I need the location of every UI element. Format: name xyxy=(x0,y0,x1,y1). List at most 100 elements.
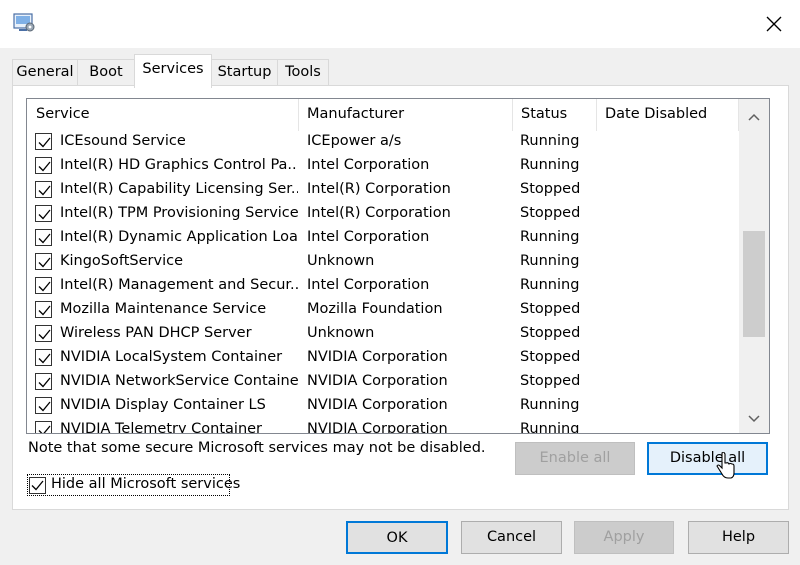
manufacturer-cell: Unknown xyxy=(307,253,375,269)
scroll-down-button[interactable] xyxy=(739,407,769,431)
apply-label: Apply xyxy=(603,529,645,545)
manufacturer-cell: Mozilla Foundation xyxy=(307,301,443,317)
enable-all-label: Enable all xyxy=(539,450,611,466)
help-button[interactable]: Help xyxy=(688,521,789,554)
hide-microsoft-label: Hide all Microsoft services xyxy=(51,476,241,492)
table-row[interactable]: Wireless PAN DHCP Server Unknown Stopped xyxy=(27,322,739,346)
status-cell: Stopped xyxy=(520,205,581,221)
service-checkbox[interactable] xyxy=(35,373,52,390)
vertical-scrollbar[interactable] xyxy=(739,99,769,433)
manufacturer-cell: Intel(R) Corporation xyxy=(307,181,451,197)
checkmark-icon xyxy=(38,137,51,148)
tab-startup-label: Startup xyxy=(217,64,272,80)
checkmark-icon xyxy=(38,353,51,364)
table-row[interactable]: Intel(R) HD Graphics Control Pa... Intel … xyxy=(27,154,739,178)
service-name-cell: ICEsound Service xyxy=(60,133,186,149)
checkmark-icon xyxy=(38,401,51,412)
close-icon xyxy=(766,16,782,32)
services-list[interactable]: Service Manufacturer Status Date Disable… xyxy=(26,98,770,434)
status-cell: Running xyxy=(520,421,580,434)
service-checkbox[interactable] xyxy=(35,181,52,198)
status-cell: Running xyxy=(520,157,580,173)
service-name-cell: Intel(R) TPM Provisioning Service xyxy=(60,205,298,221)
column-date-disabled-label: Date Disabled xyxy=(605,106,708,122)
scroll-up-button[interactable] xyxy=(739,105,769,129)
service-checkbox[interactable] xyxy=(35,277,52,294)
status-cell: Running xyxy=(520,253,580,269)
checkmark-icon xyxy=(38,377,51,388)
manufacturer-cell: Intel(R) Corporation xyxy=(307,205,451,221)
tab-services[interactable]: Services xyxy=(134,54,212,88)
table-row[interactable]: Intel(R) TPM Provisioning Service Intel(R… xyxy=(27,202,739,226)
tab-general[interactable]: General xyxy=(12,59,78,87)
system-configuration-icon xyxy=(13,13,35,33)
tab-services-label: Services xyxy=(142,61,204,77)
tab-tools[interactable]: Tools xyxy=(277,59,329,87)
service-checkbox[interactable] xyxy=(35,421,52,433)
help-label: Help xyxy=(721,529,756,545)
table-row[interactable]: ICEsound Service ICEpower a/s Running xyxy=(27,130,739,154)
table-row[interactable]: Intel(R) Capability Licensing Ser... Inte… xyxy=(27,178,739,202)
status-cell: Running xyxy=(520,229,580,245)
hide-microsoft-services-checkbox[interactable]: Hide all Microsoft services xyxy=(27,474,240,496)
tab-boot[interactable]: Boot xyxy=(77,59,135,87)
checkmark-icon xyxy=(38,281,51,292)
checkmark-icon xyxy=(38,257,51,268)
ok-label: OK xyxy=(386,530,408,546)
status-cell: Stopped xyxy=(520,373,581,389)
apply-button[interactable]: Apply xyxy=(574,521,674,554)
service-checkbox[interactable] xyxy=(35,157,52,174)
disable-all-label: Disable all xyxy=(669,450,746,466)
table-row[interactable]: Intel(R) Dynamic Application Loa... Intel… xyxy=(27,226,739,250)
service-checkbox[interactable] xyxy=(35,349,52,366)
column-header-status[interactable]: Status xyxy=(512,99,597,131)
checkmark-icon xyxy=(38,329,51,340)
column-header-date-disabled[interactable]: Date Disabled xyxy=(596,99,739,131)
column-header-service[interactable]: Service xyxy=(27,99,299,131)
note-text: Note that some secure Microsoft services… xyxy=(28,440,486,456)
checkmark-icon xyxy=(31,480,44,491)
status-cell: Running xyxy=(520,277,580,293)
tab-boot-label: Boot xyxy=(89,64,123,80)
checkmark-icon xyxy=(38,161,51,172)
column-header-manufacturer[interactable]: Manufacturer xyxy=(298,99,513,131)
service-checkbox[interactable] xyxy=(35,397,52,414)
column-manufacturer-label: Manufacturer xyxy=(307,106,405,122)
tab-startup[interactable]: Startup xyxy=(211,59,278,87)
table-row[interactable]: KingoSoftService Unknown Running xyxy=(27,250,739,274)
column-service-label: Service xyxy=(36,106,90,122)
status-cell: Stopped xyxy=(520,301,581,317)
table-row[interactable]: NVIDIA Telemetry Container NVIDIA Corpora… xyxy=(27,418,739,434)
table-row[interactable]: NVIDIA Display Container LS NVIDIA Corpor… xyxy=(27,394,739,418)
service-checkbox[interactable] xyxy=(35,133,52,150)
checkmark-icon xyxy=(38,305,51,316)
service-name-cell: Intel(R) Management and Secur... xyxy=(60,277,298,293)
service-name-cell: NVIDIA Telemetry Container xyxy=(60,421,263,434)
service-checkbox[interactable] xyxy=(35,205,52,222)
status-cell: Stopped xyxy=(520,349,581,365)
enable-all-button[interactable]: Enable all xyxy=(515,442,635,475)
table-row[interactable]: Intel(R) Management and Secur... Intel Co… xyxy=(27,274,739,298)
hide-microsoft-checkbox-box[interactable] xyxy=(29,477,46,494)
service-checkbox[interactable] xyxy=(35,301,52,318)
service-rows: ICEsound Service ICEpower a/s Running Intel… xyxy=(27,130,739,434)
service-name-cell: KingoSoftService xyxy=(60,253,184,269)
close-button[interactable] xyxy=(758,8,790,40)
service-checkbox[interactable] xyxy=(35,253,52,270)
cancel-label: Cancel xyxy=(486,529,537,545)
manufacturer-cell: NVIDIA Corporation xyxy=(307,397,448,413)
title-bar xyxy=(0,0,800,48)
ok-button[interactable]: OK xyxy=(346,521,448,554)
table-row[interactable]: NVIDIA LocalSystem Container NVIDIA Corpo… xyxy=(27,346,739,370)
table-row[interactable]: NVIDIA NetworkService Container NVIDIA Co… xyxy=(27,370,739,394)
cancel-button[interactable]: Cancel xyxy=(461,521,562,554)
table-row[interactable]: Mozilla Maintenance Service Mozilla Found… xyxy=(27,298,739,322)
manufacturer-cell: Unknown xyxy=(307,325,375,341)
service-checkbox[interactable] xyxy=(35,325,52,342)
scroll-thumb[interactable] xyxy=(743,231,765,337)
service-checkbox[interactable] xyxy=(35,229,52,246)
tab-tools-label: Tools xyxy=(285,64,321,80)
status-cell: Stopped xyxy=(520,325,581,341)
disable-all-button[interactable]: Disable all xyxy=(647,442,768,475)
list-header: Service Manufacturer Status Date Disable… xyxy=(27,99,739,131)
